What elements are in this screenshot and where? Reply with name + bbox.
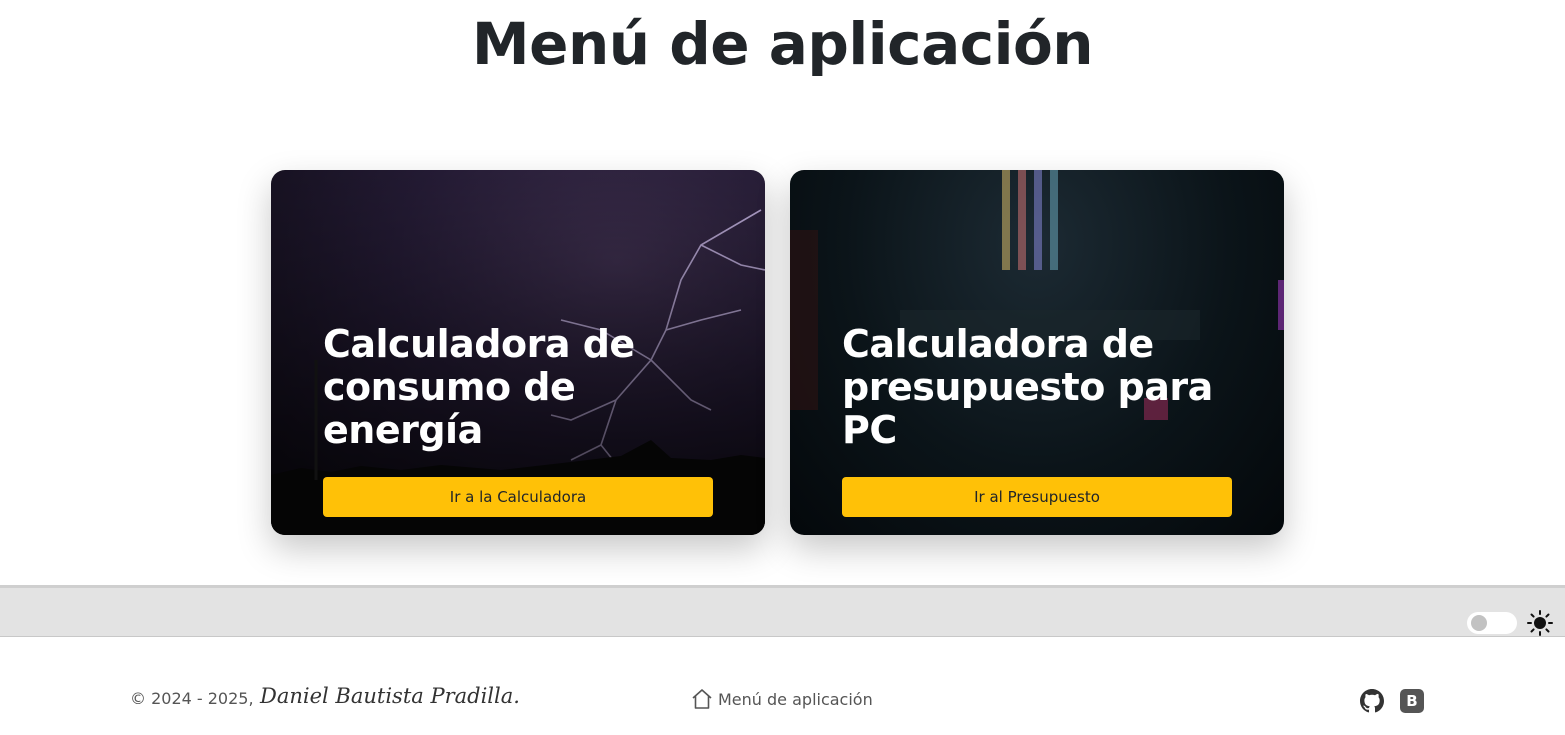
card-title: Calculadora de consumo de energía — [323, 322, 635, 452]
copyright-text: © 2024 - 2025, — [130, 689, 254, 708]
pc-budget-card: Calculadora de presupuesto para PC Ir al… — [790, 170, 1284, 535]
home-link-label: Menú de aplicación — [718, 689, 873, 709]
footer: © 2024 - 2025, Daniel Bautista Pradilla.… — [0, 637, 1565, 735]
author-signature: Daniel Bautista Pradilla. — [260, 684, 520, 708]
go-to-calculator-button[interactable]: Ir a la Calculadora — [323, 477, 713, 517]
sun-icon — [1527, 610, 1553, 636]
page-title: Menú de aplicación — [471, 10, 1094, 78]
theme-toolbar — [0, 585, 1565, 637]
github-icon[interactable] — [1360, 689, 1384, 713]
home-icon — [692, 689, 712, 709]
bootstrap-icon[interactable]: B — [1400, 689, 1424, 713]
home-link[interactable]: Menú de aplicación — [690, 687, 873, 711]
energy-calculator-card: Calculadora de consumo de energía Ir a l… — [271, 170, 765, 535]
toggle-knob — [1471, 615, 1487, 631]
card-title: Calculadora de presupuesto para PC — [842, 322, 1213, 452]
theme-toggle-switch[interactable] — [1467, 612, 1517, 634]
go-to-budget-button[interactable]: Ir al Presupuesto — [842, 477, 1232, 517]
